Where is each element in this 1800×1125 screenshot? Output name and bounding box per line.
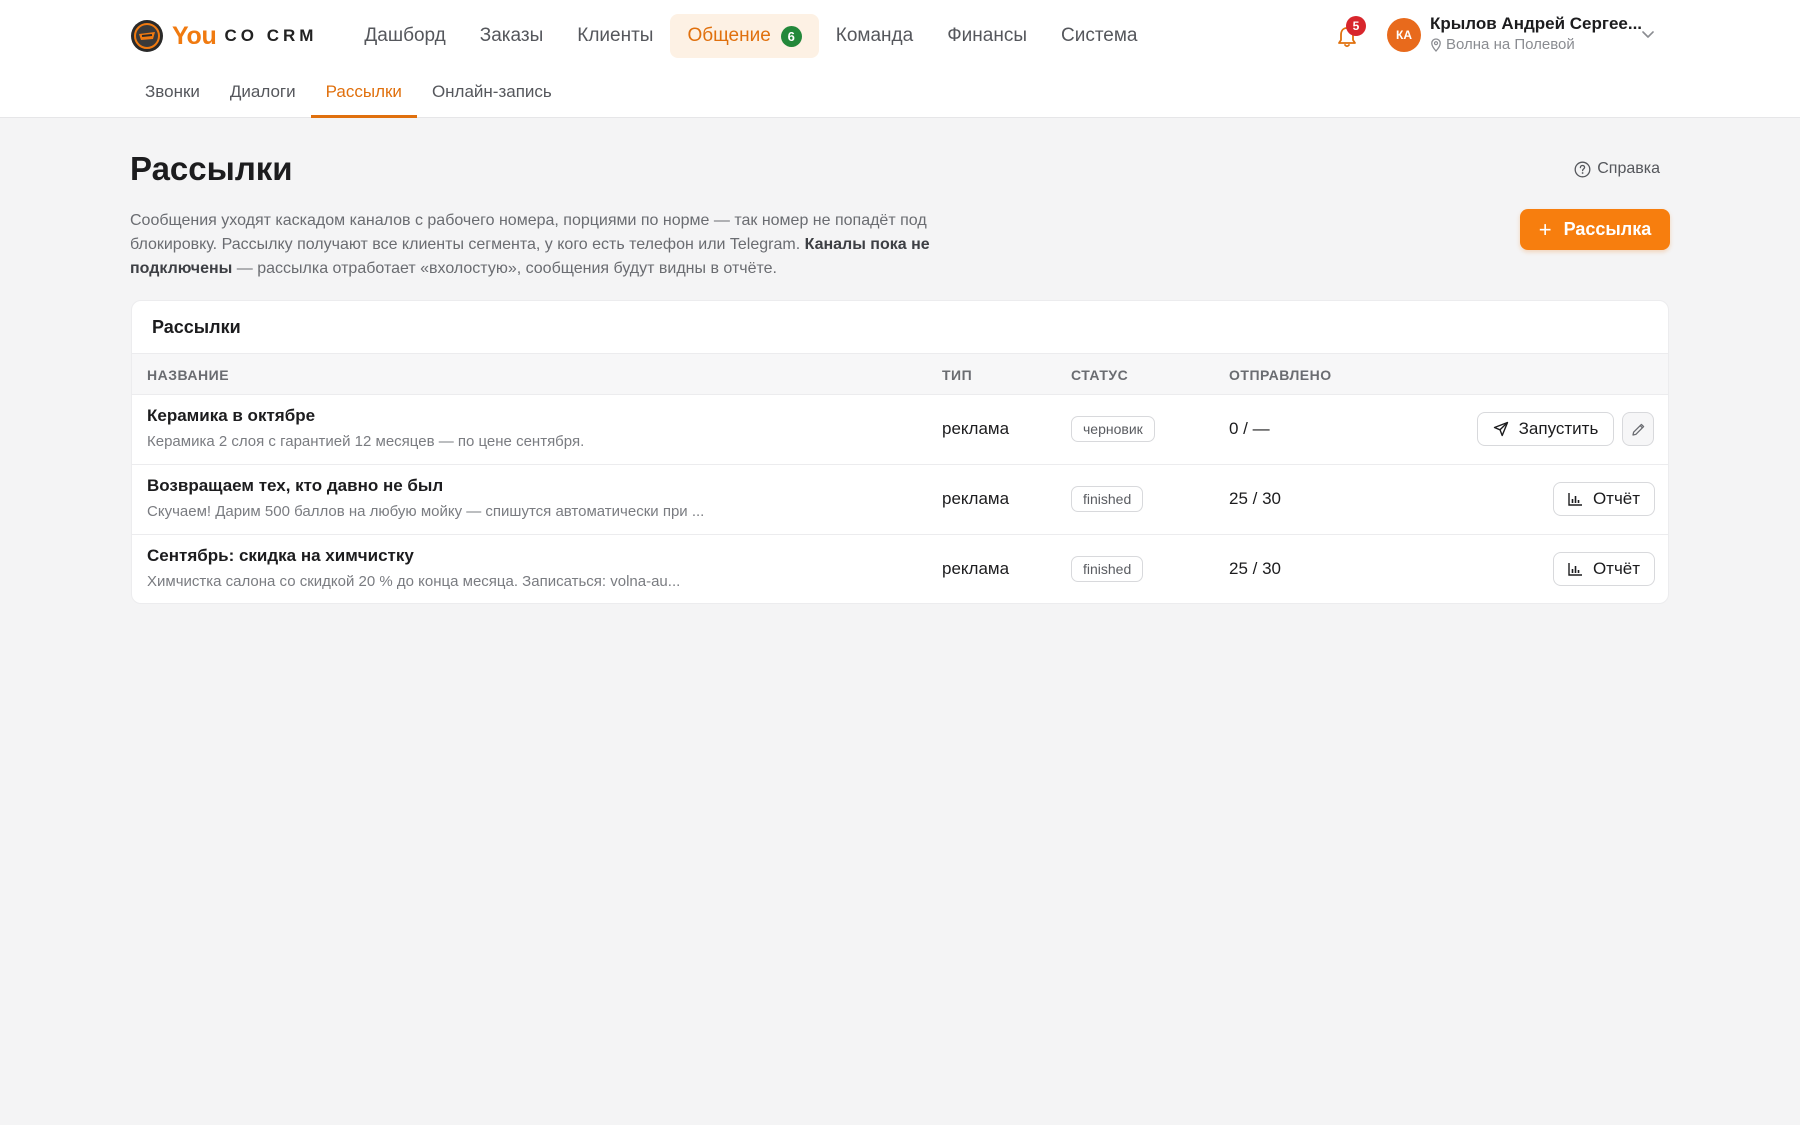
avatar[interactable]: КА xyxy=(1387,18,1421,52)
chevron-down-icon[interactable] xyxy=(1640,26,1656,42)
nav-item-label: Команда xyxy=(835,25,914,46)
nav-item-dashboard[interactable]: Дашборд xyxy=(347,14,462,58)
nav-item-finance[interactable]: Финансы xyxy=(930,14,1044,58)
tab-dialogs[interactable]: Диалоги xyxy=(215,70,311,118)
status-badge: finished xyxy=(1071,486,1144,512)
nav-item-label: Дашборд xyxy=(364,25,446,46)
edit-button[interactable] xyxy=(1622,412,1654,446)
nav-item-label: Клиенты xyxy=(577,25,654,46)
tab-mailings[interactable]: Рассылки xyxy=(310,70,417,118)
add-mailing-button[interactable]: + Рассылка xyxy=(1520,209,1670,250)
page-description: Сообщения уходят каскадом каналов с рабо… xyxy=(130,209,980,281)
table-row[interactable]: Возвращаем тех, кто давно не был Скучаем… xyxy=(132,465,1668,535)
mailing-preview: Химчистка салона со скидкой 20 % до конц… xyxy=(147,573,681,590)
user-name[interactable]: Крылов Андрей Сергее... xyxy=(1430,14,1642,34)
mailing-type: реклама xyxy=(942,419,1010,438)
mailing-preview: Керамика 2 слоя с гарантией 12 месяцев —… xyxy=(147,433,585,450)
tab-calls[interactable]: Звонки xyxy=(130,70,215,118)
bar-chart-icon xyxy=(1568,563,1582,576)
column-header-sent: ОТПРАВЛЕНО xyxy=(1229,367,1332,383)
logo-you: You xyxy=(172,21,217,50)
card-title: Рассылки xyxy=(152,317,241,337)
nav-count-badge: 6 xyxy=(780,25,802,47)
sent-count: 0 / — xyxy=(1229,419,1270,438)
add-mailing-label: Рассылка xyxy=(1563,219,1652,239)
nav-item-clients[interactable]: Клиенты xyxy=(560,14,670,58)
app-header: You CO CRM Дашборд Заказы Клиенты Общени… xyxy=(0,0,1800,118)
table-row[interactable]: Сентябрь: скидка на химчистку Химчистка … xyxy=(132,535,1668,603)
status-badge: черновик xyxy=(1071,416,1155,442)
send-icon xyxy=(1493,421,1508,437)
mailings-card: Рассылки НАЗВАНИЕ ТИП СТАТУС ОТПРАВЛЕНО … xyxy=(131,300,1669,604)
description-text-end: — рассылка отработает «вхолостую», сообщ… xyxy=(236,260,777,277)
sent-count: 25 / 30 xyxy=(1229,559,1281,578)
report-button[interactable]: Отчёт xyxy=(1553,482,1655,516)
tab-online-booking[interactable]: Онлайн-запись xyxy=(417,70,567,118)
mailing-type: реклама xyxy=(942,489,1010,508)
table-header: НАЗВАНИЕ ТИП СТАТУС ОТПРАВЛЕНО xyxy=(132,353,1668,395)
mailing-preview: Скучаем! Дарим 500 баллов на любую мойку… xyxy=(147,503,705,520)
status-badge: finished xyxy=(1071,556,1144,582)
report-label: Отчёт xyxy=(1592,559,1641,578)
column-header-name: НАЗВАНИЕ xyxy=(147,367,230,383)
main-nav: Дашборд Заказы Клиенты Общение 6 Команда … xyxy=(347,14,1154,58)
nav-item-label: Система xyxy=(1060,25,1138,46)
logo[interactable]: You CO CRM xyxy=(130,14,317,58)
report-button[interactable]: Отчёт xyxy=(1553,552,1655,586)
nav-item-communication[interactable]: Общение 6 xyxy=(670,14,819,58)
nav-item-system[interactable]: Система xyxy=(1044,14,1155,58)
launch-button[interactable]: Запустить xyxy=(1477,412,1614,446)
mailing-title: Возвращаем тех, кто давно не был xyxy=(147,476,444,495)
report-label: Отчёт xyxy=(1592,489,1641,508)
pencil-icon xyxy=(1631,423,1644,436)
page-title: Рассылки xyxy=(130,150,293,187)
user-location: Волна на Полевой xyxy=(1430,36,1575,53)
plus-icon: + xyxy=(1538,216,1552,242)
mailing-title: Сентябрь: скидка на химчистку xyxy=(147,546,414,565)
nav-item-orders[interactable]: Заказы xyxy=(463,14,561,58)
help-link[interactable]: Справка xyxy=(1574,160,1660,178)
notification-count-badge: 5 xyxy=(1346,16,1366,36)
mailing-type: реклама xyxy=(942,559,1010,578)
bar-chart-icon xyxy=(1568,493,1582,506)
column-header-type: ТИП xyxy=(942,367,973,383)
nav-item-label: Заказы xyxy=(479,25,544,46)
nav-item-label: Финансы xyxy=(947,25,1027,46)
location-pin-icon xyxy=(1431,37,1441,52)
help-circle-icon xyxy=(1574,161,1591,177)
user-location-label: Волна на Полевой xyxy=(1446,36,1575,53)
mailing-title: Керамика в октябре xyxy=(147,406,316,425)
launch-label: Запустить xyxy=(1518,419,1599,438)
nav-item-label: Общение xyxy=(687,25,771,46)
sent-count: 25 / 30 xyxy=(1229,489,1281,508)
nav-item-team[interactable]: Команда xyxy=(819,14,930,58)
help-link-label: Справка xyxy=(1597,160,1660,177)
sub-nav: Звонки Диалоги Рассылки Онлайн-запись xyxy=(130,70,567,118)
column-header-status: СТАТУС xyxy=(1071,367,1129,383)
table-row[interactable]: Керамика в октябре Керамика 2 слоя с гар… xyxy=(132,395,1668,465)
logo-icon xyxy=(131,20,163,52)
logo-crm: CO CRM xyxy=(224,26,318,45)
